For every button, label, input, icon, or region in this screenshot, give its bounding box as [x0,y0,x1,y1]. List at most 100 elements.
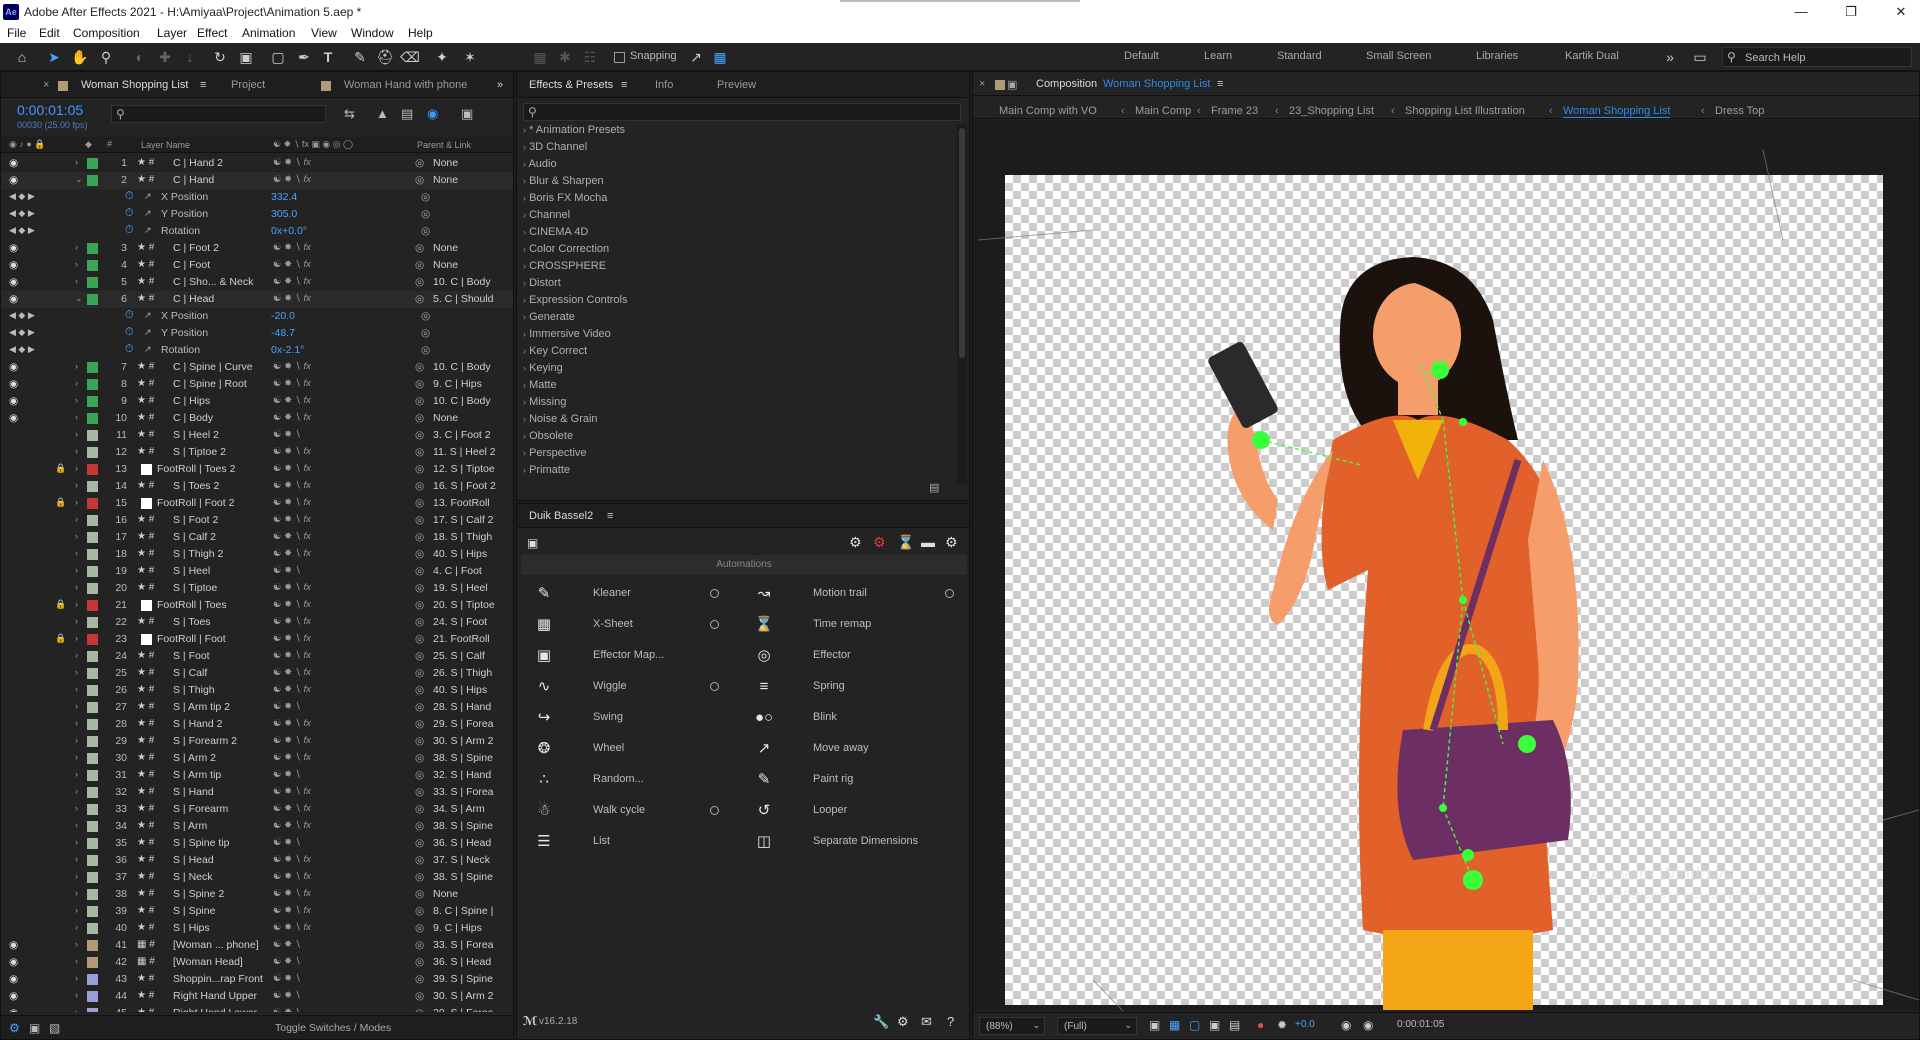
comp-current-time[interactable]: 0:00:01:05 [1397,1019,1444,1030]
duik-blink-button[interactable]: ●○ Blink [743,704,958,732]
layer-name[interactable]: S | Arm [173,820,268,832]
chevron-right-icon[interactable]: › [75,990,78,1000]
layer-name[interactable]: S | Spine 2 [173,888,268,900]
parent-select[interactable]: 30. S | Arm 2 [433,735,509,747]
resolution-select[interactable]: (Full) ⌄ [1057,1017,1137,1035]
breadcrumb-item[interactable]: Main Comp with VO [999,105,1097,117]
table-row[interactable]: › 20 ★ # S | Tiptoe ☯ ✸ ∖ fx ◎ 19. S | H… [1,580,513,597]
table-row[interactable]: › 34 ★ # S | Arm ☯ ✸ ∖ fx ◎ 38. S | Spin… [1,818,513,835]
label-color-swatch[interactable] [87,668,98,679]
chevron-right-icon[interactable]: › [75,888,78,898]
effect-category[interactable]: › Obsolete [523,430,573,442]
chevron-right-icon[interactable]: › [75,361,78,371]
layer-switches[interactable]: ☯ ✸ ∖ fx [273,888,311,899]
options-dot-icon[interactable] [710,682,719,691]
chevron-right-icon[interactable]: › [75,684,78,694]
layer-name[interactable]: C | Spine | Root [173,378,268,390]
pickwhip-icon[interactable]: ◎ [415,956,424,968]
controller-foot[interactable] [1463,870,1483,890]
home-icon[interactable]: ⌂ [12,47,32,67]
layer-switches[interactable]: ☯ ✸ ∖ [273,769,301,780]
pickwhip-icon[interactable]: ◎ [415,361,424,373]
chevron-right-icon[interactable]: › [75,752,78,762]
layer-switches[interactable]: ☯ ✸ ∖ fx [273,922,311,933]
effect-category[interactable]: › CINEMA 4D [523,226,588,238]
fast-previews-icon[interactable]: ▣ [1149,1018,1160,1032]
effect-category[interactable]: › CROSSPHERE [523,260,606,272]
pickwhip-icon[interactable]: ◎ [415,905,424,917]
duik-camera-icon[interactable]: ▬ [921,534,935,550]
chevron-right-icon[interactable]: › [75,480,78,490]
parent-select[interactable]: 8. C | Spine | [433,905,509,917]
shy-layers-icon[interactable]: ▤ [401,106,413,122]
pickwhip-icon[interactable]: ◎ [415,548,424,560]
pickwhip-icon[interactable]: ◎ [415,276,424,288]
chevron-right-icon[interactable]: › [75,1007,78,1012]
comp-viewer[interactable]: Activate Windows Go to Settings to activ… [973,120,1919,1011]
effect-category[interactable]: › Missing [523,396,566,408]
table-row[interactable]: › 29 ★ # S | Forearm 2 ☯ ✸ ∖ fx ◎ 30. S … [1,733,513,750]
layer-name[interactable]: S | Spine [173,905,268,917]
table-row[interactable]: › 24 ★ # S | Foot ☯ ✸ ∖ fx ◎ 25. S | Cal… [1,648,513,665]
zoom-tool-icon[interactable]: ⚲ [96,47,116,67]
table-row[interactable]: › 36 ★ # S | Head ☯ ✸ ∖ fx ◎ 37. S | Nec… [1,852,513,869]
pickwhip-icon[interactable]: ◎ [421,191,430,203]
chevron-right-icon[interactable]: › [75,956,78,966]
menu-layer[interactable]: Layer [157,26,187,40]
effect-category[interactable]: › Keying [523,362,563,374]
pickwhip-icon[interactable]: ◎ [415,259,424,271]
stopwatch-icon[interactable]: ⏱ [125,224,134,237]
chevron-right-icon[interactable]: › [75,633,78,643]
visibility-eye-icon[interactable]: ◉ [9,990,18,1002]
layer-name[interactable]: C | Hand [173,174,268,186]
pickwhip-icon[interactable]: ◎ [415,752,424,764]
pickwhip-icon[interactable]: ◎ [415,650,424,662]
layer-name[interactable]: C | Spine | Curve [173,361,268,373]
table-row[interactable]: ◉ › 44 ★ # Right Hand Upper ☯ ✸ ∖ ◎ 30. … [1,988,513,1005]
label-color-swatch[interactable] [87,447,98,458]
effect-category[interactable]: › Color Correction [523,243,609,255]
layer-switches[interactable]: ☯ ✸ ∖ [273,837,301,848]
layer-switches[interactable]: ☯ ✸ ∖ fx [273,514,311,525]
layer-switches[interactable]: ☯ ✸ ∖ fx [273,446,311,457]
table-row[interactable]: 🔒 › 23 FootRoll | Foot ☯ ✸ ∖ fx ◎ 21. Fo… [1,631,513,648]
chevron-down-icon[interactable]: ⌄ [75,174,83,185]
layer-switches[interactable]: ☯ ✸ ∖ fx [273,174,311,185]
label-color-swatch[interactable] [87,838,98,849]
layer-name[interactable]: S | Heel 2 [173,429,268,441]
layer-name[interactable]: C | Head [173,293,268,305]
pickwhip-icon[interactable]: ◎ [415,803,424,815]
duik-effector-button[interactable]: ◎ Effector [743,642,958,670]
keyframe-nav-icon[interactable]: ◀ ◆ ▶ [9,327,35,338]
stopwatch-icon[interactable]: ⏱ [125,343,134,356]
options-dot-icon[interactable] [710,620,719,629]
effect-category[interactable]: › * Animation Presets [523,124,625,136]
table-row[interactable]: › 22 ★ # S | Toes ☯ ✸ ∖ fx ◎ 24. S | Foo… [1,614,513,631]
duik-kleaner-button[interactable]: ✎ Kleaner [523,580,723,608]
label-color-swatch[interactable] [87,379,98,390]
roto-brush-tool-icon[interactable]: ✦ [432,47,452,67]
property-value[interactable]: -48.7 [271,327,295,339]
pickwhip-icon[interactable]: ◎ [415,157,424,169]
effect-category[interactable]: › Audio [523,158,557,170]
layer-switches[interactable]: ☯ ✸ ∖ fx [273,820,311,831]
parent-select[interactable]: 10. C | Body [433,395,509,407]
orbit-camera-icon[interactable]: ◐ [130,47,150,67]
minimize-button[interactable]: — [1784,2,1818,22]
graph-editor-icon[interactable]: ▣ [461,106,473,122]
effect-category[interactable]: › Perspective [523,447,587,459]
layer-name[interactable]: Shoppin...rap Front [173,973,268,985]
visibility-eye-icon[interactable]: ◉ [9,378,18,390]
pickwhip-icon[interactable]: ◎ [415,735,424,747]
chevron-right-icon[interactable]: › [75,514,78,524]
pickwhip-icon[interactable]: ◎ [415,429,424,441]
layer-switches[interactable]: ☯ ✸ ∖ fx [273,616,311,627]
label-color-swatch[interactable] [87,260,98,271]
woman-illustration[interactable] [1207,257,1579,1010]
parent-select[interactable]: None [433,412,509,424]
table-row[interactable]: ◉ › 5 ★ # C | Sho... & Neck ☯ ✸ ∖ fx ◎ 1… [1,274,513,291]
parent-select[interactable]: 39. S | Spine [433,973,509,985]
tab-effects-presets[interactable]: Effects & Presets [529,79,613,91]
layer-switches[interactable]: ☯ ✸ ∖ fx [273,803,311,814]
table-row[interactable]: › 38 ★ # S | Spine 2 ☯ ✸ ∖ fx ◎ None [1,886,513,903]
